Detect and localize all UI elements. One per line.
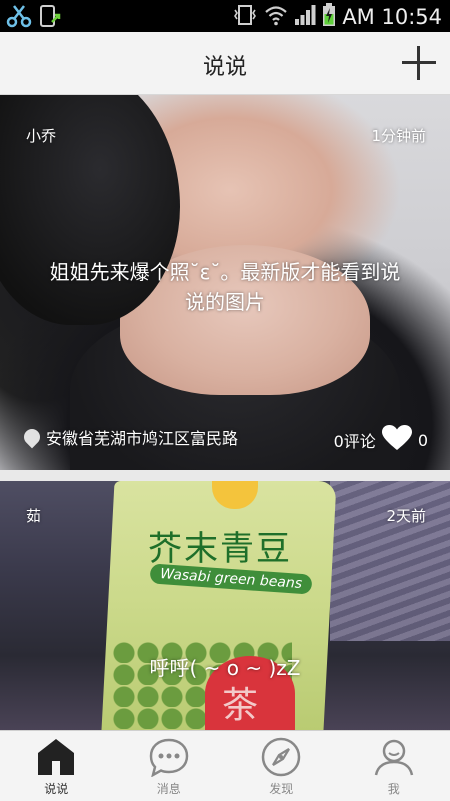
tab-label: 消息 <box>113 780 226 797</box>
scissors-icon <box>6 4 32 32</box>
vibrate-icon <box>232 4 258 30</box>
post-feed[interactable]: 小乔 1分钟前 姐姐先来爆个照˘ε˘。最新版才能看到说说的图片 安徽省芜湖市鸠江… <box>0 95 450 730</box>
tab-me[interactable]: 我 <box>338 731 450 801</box>
add-post-button[interactable] <box>400 44 438 82</box>
tab-label: 发现 <box>225 780 338 797</box>
battery-charging-icon <box>322 3 336 31</box>
post-time: 2天前 <box>386 505 426 526</box>
signal-icon <box>294 4 316 30</box>
tab-label: 说说 <box>0 780 113 797</box>
heart-icon[interactable] <box>382 425 412 455</box>
tab-label: 我 <box>338 780 450 797</box>
tab-discover[interactable]: 发现 <box>225 731 338 801</box>
bag-label: 芥末青豆 <box>148 521 292 570</box>
post-author[interactable]: 小乔 <box>26 125 56 146</box>
tab-shuoshuo[interactable]: 说说 <box>0 731 113 801</box>
post-time: 1分钟前 <box>371 125 426 146</box>
tab-bar: 说说 消息 发现 我 <box>0 730 450 801</box>
wifi-icon <box>264 4 288 30</box>
bag-badge: 茶 <box>222 676 258 728</box>
chat-bubble-icon <box>149 737 189 777</box>
post-stats: 0评论 0 <box>334 425 428 455</box>
home-icon <box>36 737 76 777</box>
phone-update-icon <box>38 4 62 32</box>
page-title: 说说 <box>0 49 450 81</box>
post-location: 安徽省芜湖市鸠江区富民路 <box>24 425 238 449</box>
tab-messages[interactable]: 消息 <box>113 731 226 801</box>
post-content: 呼呼( ~ o ~ )zZ <box>40 653 410 683</box>
post-content: 姐姐先来爆个照˘ε˘。最新版才能看到说说的图片 <box>40 257 410 317</box>
status-bar-left <box>6 4 62 32</box>
post-card[interactable]: 芥末青豆 Wasabi green beans 茶 茹 2天前 呼呼( ~ o … <box>0 481 450 730</box>
comment-count[interactable]: 0评论 <box>334 428 376 452</box>
status-time: AM 10:54 <box>342 5 442 29</box>
user-icon <box>374 737 414 777</box>
post-location-text: 安徽省芜湖市鸠江区富民路 <box>46 425 238 449</box>
status-bar: AM 10:54 <box>0 0 450 32</box>
app-header: 说说 <box>0 32 450 95</box>
like-count: 0 <box>418 431 428 450</box>
post-author[interactable]: 茹 <box>26 505 41 526</box>
status-bar-right: AM 10:54 <box>232 3 442 31</box>
compass-icon <box>261 737 301 777</box>
post-card[interactable]: 小乔 1分钟前 姐姐先来爆个照˘ε˘。最新版才能看到说说的图片 安徽省芜湖市鸠江… <box>0 95 450 470</box>
location-pin-icon <box>21 426 44 449</box>
